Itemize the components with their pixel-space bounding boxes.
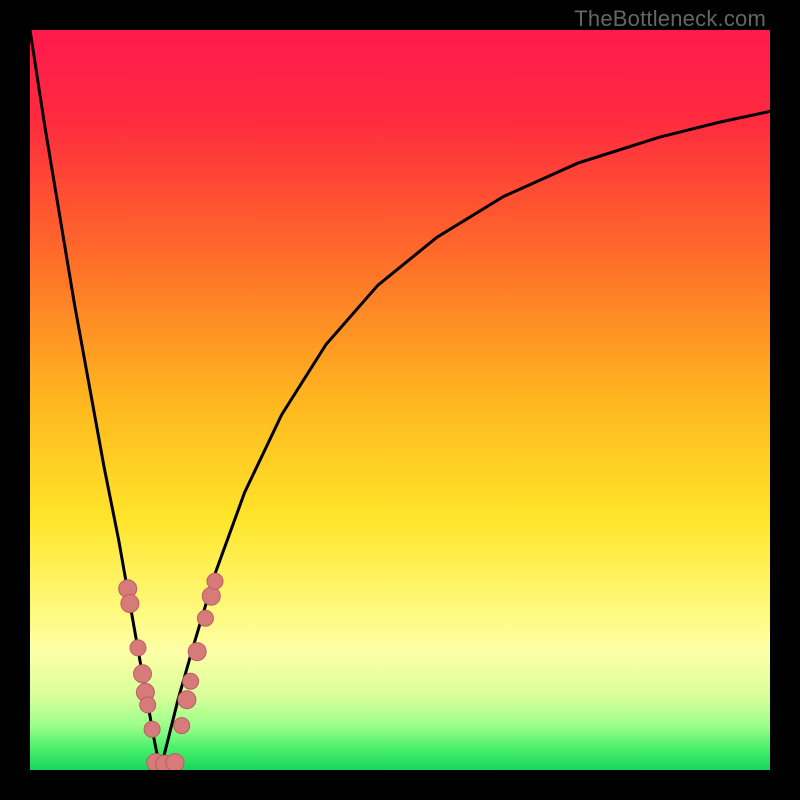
data-marker bbox=[178, 691, 196, 709]
data-marker bbox=[134, 665, 152, 683]
outer-frame: TheBottleneck.com bbox=[0, 0, 800, 800]
curve-right-branch bbox=[160, 111, 770, 770]
data-marker bbox=[188, 643, 206, 661]
data-marker bbox=[121, 595, 139, 613]
data-marker bbox=[166, 754, 184, 770]
data-markers bbox=[119, 573, 223, 770]
data-marker bbox=[197, 610, 213, 626]
data-marker bbox=[130, 640, 146, 656]
data-marker bbox=[174, 718, 190, 734]
plot-area bbox=[30, 30, 770, 770]
data-marker bbox=[207, 573, 223, 589]
chart-svg bbox=[30, 30, 770, 770]
watermark-label: TheBottleneck.com bbox=[574, 6, 766, 32]
data-marker bbox=[202, 587, 220, 605]
curve-left-branch bbox=[30, 30, 160, 770]
data-marker bbox=[144, 721, 160, 737]
data-marker bbox=[140, 697, 156, 713]
data-marker bbox=[183, 673, 199, 689]
